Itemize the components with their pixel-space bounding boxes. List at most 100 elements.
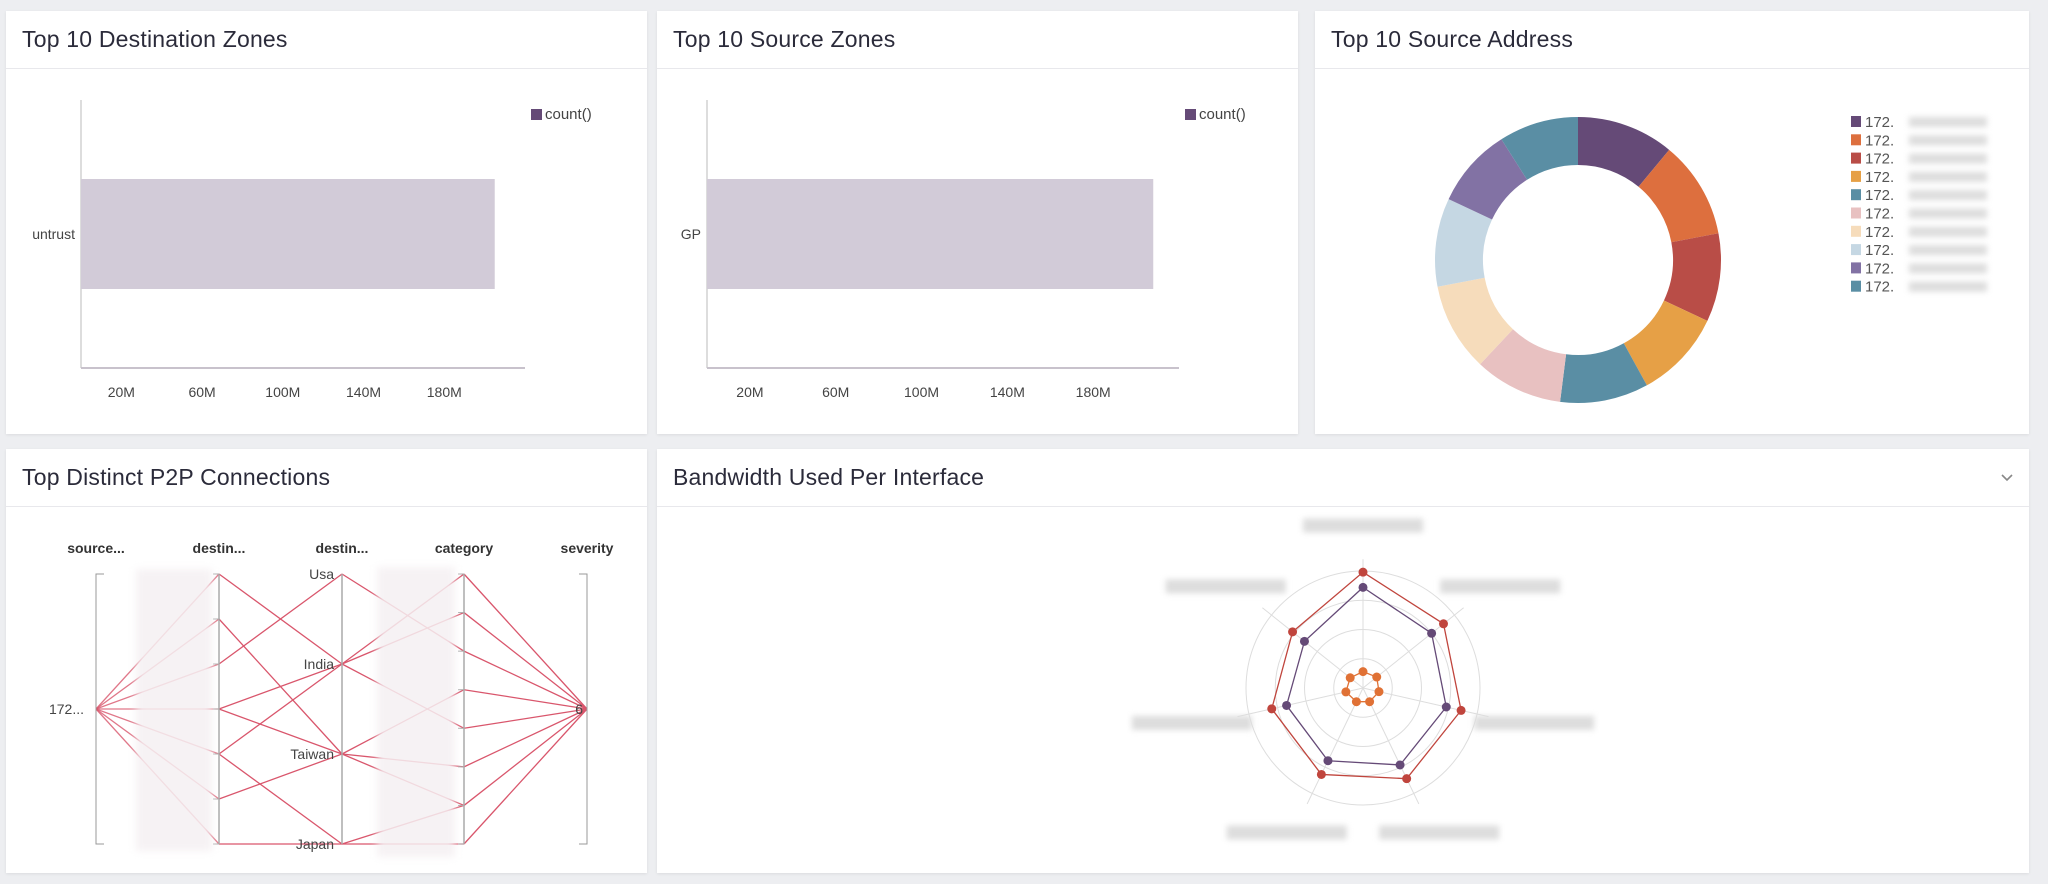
legend-swatch	[1851, 225, 1861, 237]
bar-chart-destination-zones: untrust 20M 60M 100M 140M 180M count()	[32, 100, 592, 400]
radar-point	[1267, 704, 1277, 714]
axis-title: destin...	[316, 540, 369, 556]
bar	[81, 179, 495, 289]
panel-top-source-address: Top 10 Source Address 172. 172. 172. 172. 17…	[1315, 11, 2029, 434]
legend-label: 172.	[1865, 151, 1894, 168]
legend-label: count()	[545, 106, 592, 123]
legend-swatch	[1851, 116, 1861, 127]
radar-point	[1358, 582, 1368, 592]
radar-point	[1402, 774, 1412, 784]
legend-swatch	[1851, 152, 1861, 164]
connection-line	[463, 689, 588, 710]
x-tick-label: 60M	[188, 384, 215, 400]
legend-swatch	[1851, 170, 1861, 182]
x-tick-label: 20M	[108, 384, 135, 400]
legend-label-redacted	[1909, 171, 1987, 182]
legend-label: 172.	[1865, 260, 1894, 277]
legend-swatch	[1851, 262, 1861, 274]
bar-chart-source-zones: GP 20M 60M 100M 140M 180M count()	[681, 100, 1246, 400]
radar-point	[1441, 702, 1451, 712]
radar-axis-label-redacted	[1226, 825, 1347, 840]
legend-label: 172.	[1865, 187, 1894, 204]
connection-line	[218, 663, 343, 755]
radar-point	[1282, 700, 1292, 710]
legend-label: 172.	[1865, 114, 1894, 131]
panel-bandwidth-per-interface: Bandwidth Used Per Interface	[657, 449, 2029, 873]
radar-point	[1345, 673, 1355, 683]
legend-swatch	[1851, 134, 1861, 146]
radar-axis-label-redacted	[1474, 715, 1595, 730]
radar-axis-label-redacted	[1379, 825, 1500, 840]
connection-line	[463, 650, 588, 710]
x-tick-label: 180M	[1076, 384, 1111, 400]
axis-title: source...	[67, 540, 125, 556]
legend-label: count()	[1199, 106, 1246, 123]
legend-label-redacted	[1909, 208, 1987, 219]
x-tick-label: 100M	[265, 384, 300, 400]
connection-line	[463, 708, 588, 845]
x-tick-label: 140M	[346, 384, 381, 400]
legend-swatch	[531, 109, 542, 120]
axis-value: 172...	[49, 701, 84, 717]
legend-label: 172.	[1865, 132, 1894, 149]
legend-label: 172.	[1865, 206, 1894, 223]
connection-line	[463, 573, 588, 710]
panel-p2p-connections: Top Distinct P2P Connections source... de…	[6, 449, 647, 873]
axis-value: 6	[575, 701, 583, 717]
bar	[707, 179, 1154, 289]
radar-point	[1288, 627, 1298, 637]
radar-axis-label-redacted	[1440, 579, 1561, 594]
legend-label-redacted	[1909, 153, 1987, 164]
radar-axis-label-redacted	[1303, 518, 1423, 533]
radar-point	[1358, 667, 1368, 677]
legend-swatch	[1185, 109, 1196, 120]
radar-series-line	[1285, 586, 1447, 766]
x-tick-label: 20M	[736, 384, 763, 400]
legend-swatch	[1851, 244, 1861, 256]
legend-label-redacted	[1909, 263, 1987, 274]
donut-chart-source-address: 172.172.172.172.172.172.172.172.172.172.	[1435, 114, 1987, 403]
redacted-labels	[377, 567, 455, 857]
x-tick-label: 100M	[904, 384, 939, 400]
parallel-coordinates-chart: source... destin... destin... category sever…	[49, 540, 614, 857]
connection-line	[218, 753, 343, 845]
panel-top-source-zones: Top 10 Source Zones GP 20M 60M 100M 140M 180M…	[657, 11, 1298, 434]
radar-point	[1341, 687, 1351, 697]
legend-label: 172.	[1865, 224, 1894, 241]
x-tick-label: 180M	[427, 384, 462, 400]
axis-value: India	[304, 656, 335, 672]
radar-point	[1427, 628, 1437, 638]
legend-label-redacted	[1909, 190, 1987, 201]
legend-label-redacted	[1909, 226, 1987, 237]
category-label: GP	[681, 226, 701, 242]
connection-line	[463, 708, 588, 729]
connection-line	[463, 708, 588, 768]
radar-point	[1351, 697, 1361, 707]
legend-label-redacted	[1909, 245, 1987, 256]
connection-line	[463, 708, 588, 806]
axis-title: severity	[561, 540, 614, 556]
category-label: untrust	[32, 226, 75, 242]
legend-swatch	[1851, 207, 1861, 219]
radar-series-line	[1271, 571, 1462, 780]
legend-swatch	[1851, 280, 1861, 292]
radar-point	[1365, 697, 1375, 707]
radar-point	[1299, 636, 1309, 646]
radar-axis-label-redacted	[1131, 715, 1252, 730]
legend-label: 172.	[1865, 169, 1894, 186]
x-tick-label: 60M	[822, 384, 849, 400]
axis-title: destin...	[193, 540, 246, 556]
connection-line	[463, 612, 588, 710]
radar-axis-label-redacted	[1165, 579, 1286, 594]
radar-point	[1374, 687, 1384, 697]
legend-label: 172.	[1865, 279, 1894, 296]
panel-top-destination-zones: Top 10 Destination Zones untrust 20M 60M 10…	[6, 11, 647, 434]
legend-label-redacted	[1909, 281, 1987, 292]
axis-title: category	[435, 540, 494, 556]
radar-point	[1323, 756, 1333, 766]
radar-point	[1316, 769, 1326, 779]
radar-point	[1358, 567, 1368, 577]
redacted-labels	[136, 569, 212, 851]
radar-point	[1456, 705, 1466, 715]
axis-value: Taiwan	[290, 746, 334, 762]
